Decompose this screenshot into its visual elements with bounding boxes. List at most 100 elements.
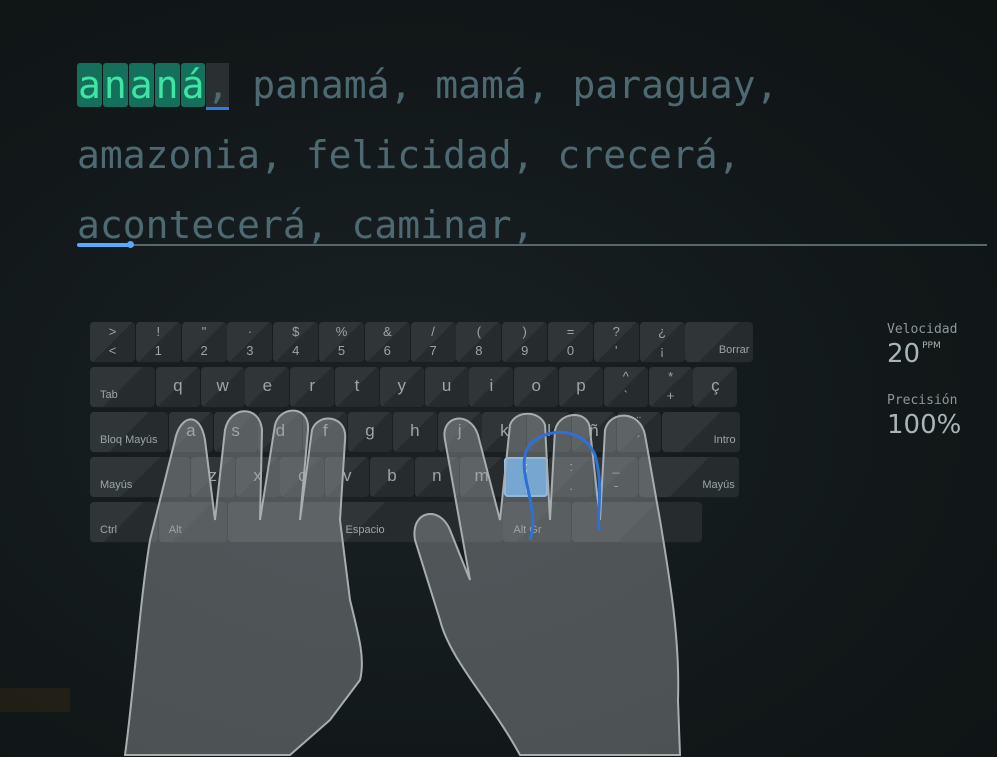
key-i[interactable]: i: [469, 367, 514, 407]
key-upper-char: $: [292, 324, 300, 339]
side-indicator: [0, 688, 70, 712]
typing-text-area[interactable]: ananá, panamá, mamá, paraguay, amazonia,…: [77, 50, 987, 260]
key-alt[interactable]: Alt: [158, 502, 227, 542]
key-`[interactable]: ^ `: [603, 367, 648, 407]
key-5[interactable]: % 5: [319, 322, 364, 362]
key--[interactable]: _ -: [594, 457, 638, 497]
key-lower-char: <: [108, 343, 117, 358]
text-line-3: acontecerá, caminar,: [77, 190, 987, 260]
key-upper-char: =: [566, 324, 575, 339]
key-x[interactable]: x: [235, 457, 280, 497]
current-char-cursor: ,: [206, 63, 230, 110]
key-lower-char: 9: [521, 343, 529, 358]
key-l[interactable]: l: [527, 412, 572, 452]
typed-char: n: [154, 63, 180, 107]
text-line-1: ananá, panamá, mamá, paraguay,: [77, 50, 987, 120]
key-upper-char: _: [612, 459, 620, 474]
key-6[interactable]: & 6: [364, 322, 410, 362]
key-'[interactable]: ? ': [593, 322, 639, 362]
key-char: z: [208, 466, 218, 485]
key-y[interactable]: y: [379, 367, 424, 407]
key-p[interactable]: p: [559, 367, 603, 407]
key-char: f: [322, 421, 328, 440]
key-n[interactable]: n: [414, 457, 459, 497]
speed-unit: PPM: [922, 341, 941, 351]
key-label: Ctrl: [100, 524, 118, 536]
key-k[interactable]: k: [482, 412, 527, 452]
typed-char: a: [77, 63, 102, 107]
pending-text: acontecerá, caminar,: [77, 203, 535, 247]
key-char: n: [432, 466, 442, 485]
key-upper-char: ": [201, 324, 207, 339]
key-lower-char: `: [623, 388, 628, 403]
key-j[interactable]: j: [437, 412, 482, 452]
key-2[interactable]: " 2: [181, 322, 227, 362]
typed-char: á: [180, 63, 206, 107]
key-o[interactable]: o: [514, 367, 559, 407]
key-h[interactable]: h: [392, 412, 437, 452]
key-8[interactable]: (8: [456, 322, 502, 362]
key-q[interactable]: q: [155, 367, 200, 407]
key-9[interactable]: ) 9: [502, 322, 548, 362]
key-intro[interactable]: Intro: [661, 412, 740, 452]
key-e[interactable]: e: [245, 367, 290, 407]
key-tab[interactable]: Tab: [90, 367, 155, 407]
key-blank[interactable]: [572, 502, 703, 542]
key-ctrl[interactable]: Ctrl: [90, 502, 158, 542]
key-ñ[interactable]: ñ: [572, 412, 616, 452]
key-0[interactable]: = 0: [548, 322, 593, 362]
key-lower-char: 2: [200, 343, 208, 358]
key-s[interactable]: s: [213, 412, 258, 452]
key-mayús[interactable]: Mayús: [90, 457, 190, 497]
key-char: c: [298, 466, 307, 485]
key-´[interactable]: ¨ ´: [616, 412, 661, 452]
key-z[interactable]: z: [190, 457, 235, 497]
key-m[interactable]: m: [459, 457, 504, 497]
key-lower-char: 0: [566, 343, 575, 358]
key-espacio[interactable]: Espacio: [227, 502, 503, 542]
key-char: j: [457, 421, 462, 440]
key-r[interactable]: r: [290, 367, 335, 407]
key-mayús[interactable]: Mayús: [638, 457, 739, 497]
key-lower-char: 1: [154, 343, 162, 358]
key-+[interactable]: * +: [648, 367, 693, 407]
key-1[interactable]: ! 1: [135, 322, 181, 362]
keyboard-row: Tab q w e r t y u i o p ^ ` * + ç: [90, 367, 747, 412]
key-char: v: [342, 466, 352, 485]
key-upper-char: ;: [524, 459, 529, 474]
key-b[interactable]: b: [370, 457, 414, 497]
key-upper-char: :: [569, 459, 573, 474]
key-bloq-mayús[interactable]: Bloq Mayús: [90, 412, 168, 452]
key-lower-char: ´: [636, 433, 641, 448]
key-char: u: [441, 376, 452, 395]
key-a[interactable]: a: [168, 412, 213, 452]
key-char: d: [275, 421, 286, 440]
key-c[interactable]: c: [280, 457, 325, 497]
key-borrar[interactable]: Borrar: [685, 322, 754, 362]
key-v[interactable]: v: [325, 457, 370, 497]
keyboard-row: > <! 1 " 2 · 3 $4% 5 & 6/7(8) 9 = 0? ' ¿ ¡ Borrar: [90, 322, 754, 367]
key-<[interactable]: > <: [90, 322, 135, 362]
key-char: h: [410, 421, 420, 440]
key-4[interactable]: $4: [273, 322, 319, 362]
key-t[interactable]: t: [335, 367, 379, 407]
key-u[interactable]: u: [424, 367, 469, 407]
key-d[interactable]: d: [258, 412, 303, 452]
key-.[interactable]: :.: [549, 457, 594, 497]
key-f[interactable]: f: [303, 412, 348, 452]
key-upper-char: ^: [622, 369, 629, 384]
key-alt-gr[interactable]: Alt Gr: [503, 502, 572, 542]
key-3[interactable]: · 3: [227, 322, 273, 362]
key-g[interactable]: g: [348, 412, 392, 452]
key-w[interactable]: w: [200, 367, 245, 407]
key-,[interactable]: ;,: [504, 457, 549, 497]
key-7[interactable]: /7: [410, 322, 456, 362]
key-ç[interactable]: ç: [693, 367, 738, 407]
accuracy-label: Precisión: [887, 393, 958, 408]
key-char: s: [231, 421, 240, 440]
key-lower-char: 7: [429, 343, 437, 358]
key-char: w: [216, 376, 229, 395]
key-¡[interactable]: ¿ ¡: [639, 322, 685, 362]
key-lower-char: 4: [292, 343, 300, 358]
virtual-keyboard: > <! 1 " 2 · 3 $4% 5 & 6/7(8) 9 = 0? ' ¿ ¡ Borrar Tab q w e r t…: [90, 322, 754, 547]
